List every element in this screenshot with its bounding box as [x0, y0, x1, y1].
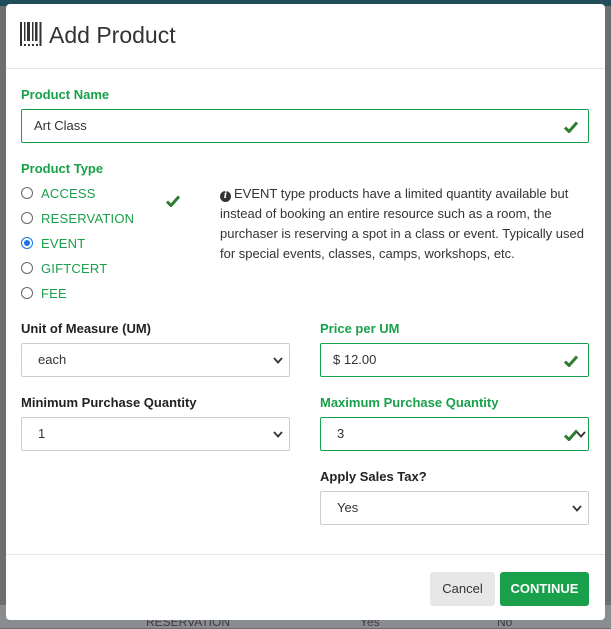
min-qty-select[interactable]: 1 [21, 417, 290, 451]
min-qty-value: 1 [38, 426, 46, 441]
product-type-label: Product Type [21, 161, 104, 176]
radio-button[interactable] [21, 187, 33, 199]
radio-event[interactable]: EVENT [21, 234, 85, 252]
chevron-down-icon [572, 505, 582, 512]
radio-label-giftcert: GIFTCERT [41, 260, 108, 276]
modal-footer: Cancel CONTINUE [6, 554, 605, 620]
modal-header: Add Product [6, 4, 605, 69]
product-name-input[interactable]: Art Class [21, 109, 589, 143]
price-per-um-value: $ 12.00 [333, 352, 377, 367]
info-icon: i [220, 191, 231, 202]
radio-label-access: ACCESS [41, 185, 96, 201]
price-per-um-input[interactable]: $ 12.00 [320, 343, 589, 377]
max-qty-value: 3 [337, 426, 345, 441]
radio-reservation[interactable]: RESERVATION [21, 209, 134, 227]
radio-label-event: EVENT [41, 235, 86, 251]
chevron-down-icon [273, 357, 283, 364]
modal-title: Add Product [49, 22, 176, 48]
product-type-info: i EVENT type products have a limited quan… [220, 184, 590, 264]
product-name-label: Product Name [21, 87, 110, 102]
radio-button[interactable] [21, 262, 33, 274]
barcode-icon [20, 22, 42, 46]
radio-fee[interactable]: FEE [21, 284, 67, 302]
product-name-value: Art Class [34, 118, 87, 133]
radio-button[interactable] [21, 287, 33, 299]
add-product-modal: Add Product Product Name Art Class Produ… [6, 4, 605, 620]
sales-tax-value: Yes [337, 500, 359, 515]
radio-label-reservation: RESERVATION [41, 210, 135, 226]
unit-of-measure-select[interactable]: each [21, 343, 290, 377]
chevron-down-icon [273, 431, 283, 438]
valid-check-icon [564, 355, 578, 367]
price-per-um-label: Price per UM [320, 321, 400, 336]
chevron-down-icon [576, 431, 586, 438]
cancel-button[interactable]: Cancel [430, 572, 495, 606]
max-qty-select[interactable]: 3 [320, 417, 589, 451]
radio-access[interactable]: ACCESS [21, 184, 96, 202]
info-text: EVENT type products have a limited quant… [220, 186, 584, 261]
continue-button[interactable]: CONTINUE [500, 572, 589, 606]
max-qty-label: Maximum Purchase Quantity [320, 395, 499, 410]
sales-tax-select[interactable]: Yes [320, 491, 589, 525]
unit-of-measure-label: Unit of Measure (UM) [21, 321, 151, 336]
unit-of-measure-value: each [38, 352, 67, 367]
min-qty-label: Minimum Purchase Quantity [21, 395, 197, 410]
radio-label-fee: FEE [41, 285, 67, 301]
radio-giftcert[interactable]: GIFTCERT [21, 259, 107, 277]
radio-button[interactable] [21, 212, 33, 224]
valid-check-icon [166, 195, 180, 207]
radio-button-selected[interactable] [21, 237, 33, 249]
valid-check-icon [564, 121, 578, 133]
sales-tax-label: Apply Sales Tax? [320, 469, 427, 484]
